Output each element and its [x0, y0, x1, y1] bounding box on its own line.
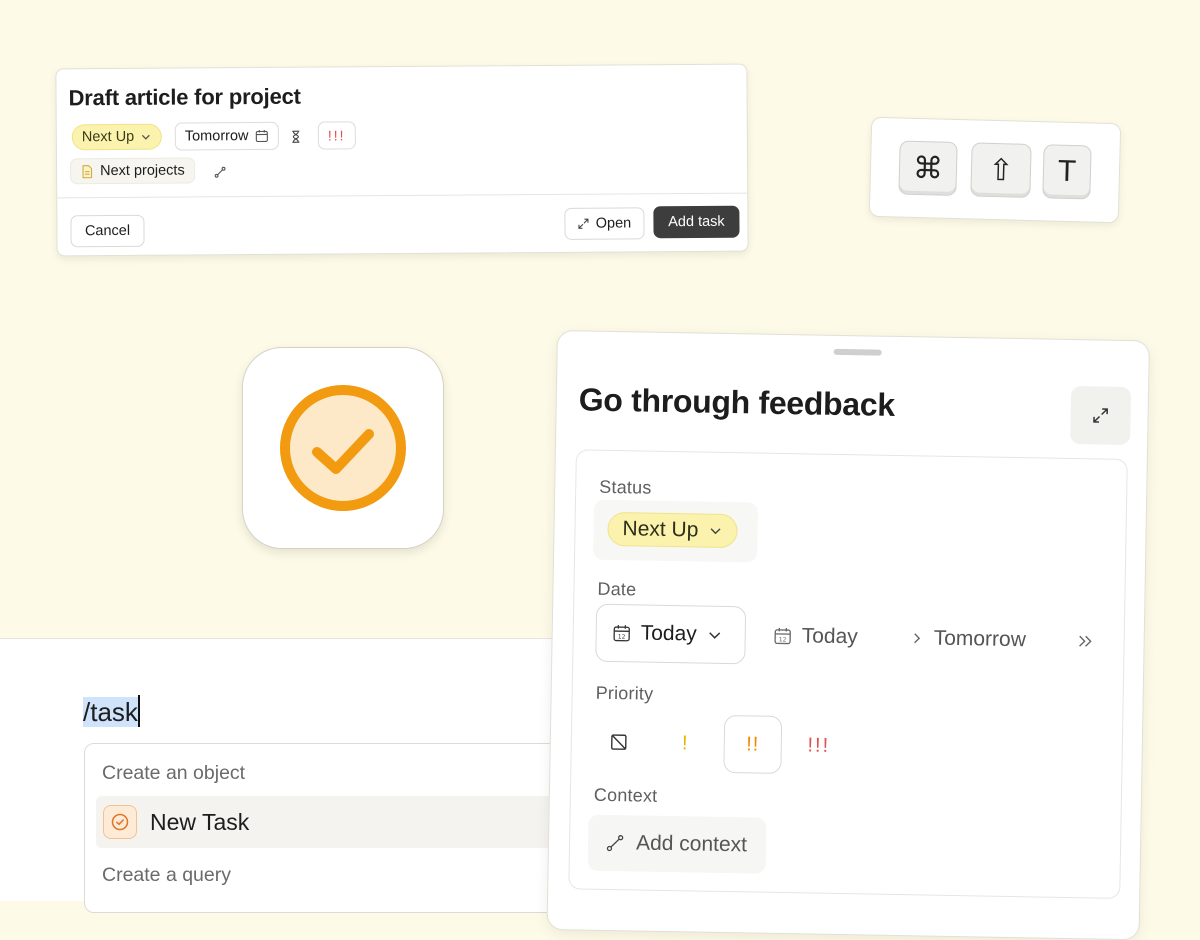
slash-command-input[interactable]: /task — [83, 695, 140, 728]
status-field: Next Up — [593, 500, 758, 563]
calendar-icon — [254, 129, 268, 143]
document-icon — [80, 164, 94, 179]
add-task-button[interactable]: Add task — [653, 206, 739, 239]
task-properties-panel: Status Next Up Date 12 Today 12 Today To… — [568, 449, 1128, 899]
composer-divider — [57, 193, 747, 199]
menu-section-create-object: Create an object — [102, 762, 245, 785]
context-link-button[interactable] — [209, 159, 231, 185]
priority-option-low[interactable]: ! — [655, 714, 714, 773]
slash-command-panel: /task Create an object New Task Create a… — [0, 638, 620, 901]
date-option-tomorrow-label: Tomorrow — [933, 627, 1026, 653]
more-dates-button[interactable] — [1075, 612, 1096, 670]
context-section-label: Context — [594, 785, 658, 807]
task-icon — [103, 805, 137, 839]
date-chip[interactable]: Tomorrow — [175, 122, 279, 151]
calendar-day-text: 12 — [779, 636, 787, 643]
project-chip[interactable]: Next projects — [70, 157, 195, 184]
expand-icon — [1090, 405, 1110, 425]
menu-section-create-query: Create a query — [102, 864, 231, 887]
priority-chip[interactable]: !!! — [318, 121, 356, 149]
date-option-today-label: Today — [801, 624, 857, 649]
task-title[interactable]: Draft article for project — [68, 84, 300, 112]
status-chip[interactable]: Next Up — [72, 124, 163, 151]
priority-option-medium[interactable]: !! — [723, 715, 782, 774]
date-chip-label: Tomorrow — [185, 128, 249, 144]
link-icon — [213, 165, 227, 179]
hourglass-icon — [289, 130, 303, 144]
chevron-down-icon — [707, 627, 723, 643]
app-icon — [242, 347, 444, 549]
text-caret — [138, 695, 140, 727]
priority-option-high[interactable]: !!! — [789, 716, 848, 775]
add-context-label: Add context — [636, 831, 747, 857]
chevron-down-icon — [140, 131, 152, 143]
shift-key: ⇧ — [970, 142, 1031, 198]
date-dropdown-label: Today — [641, 622, 697, 647]
sheet-grabber-handle[interactable] — [834, 349, 882, 356]
command-key: ⌘ — [898, 140, 957, 195]
task-composer-card: Draft article for project Next Up Tomorr… — [55, 64, 748, 257]
open-button-label: Open — [596, 215, 632, 231]
status-dropdown[interactable]: Next Up — [607, 512, 737, 548]
open-button[interactable]: Open — [564, 207, 644, 240]
t-key: T — [1042, 144, 1091, 199]
menu-item-new-task-label: New Task — [150, 809, 249, 836]
duration-chip[interactable] — [285, 124, 307, 150]
project-chip-label: Next projects — [100, 163, 185, 180]
calendar-icon: 12 — [613, 624, 631, 642]
status-dropdown-label: Next Up — [622, 517, 698, 542]
calendar-day-text: 12 — [618, 634, 626, 641]
slash-command-text: /task — [83, 697, 138, 727]
priority-option-none[interactable] — [589, 713, 648, 772]
status-chip-label: Next Up — [82, 129, 135, 145]
no-priority-icon — [610, 733, 628, 751]
task-detail-sheet: Go through feedback Status Next Up Date … — [547, 330, 1150, 940]
chevron-down-icon — [708, 524, 722, 538]
priority-section-label: Priority — [595, 683, 653, 705]
sheet-task-title[interactable]: Go through feedback — [578, 381, 895, 424]
double-chevron-right-icon — [1076, 633, 1096, 649]
calendar-icon: 12 — [774, 627, 792, 645]
expand-button[interactable] — [1070, 386, 1131, 445]
checkmark-circle-icon — [243, 348, 443, 548]
cancel-button[interactable]: Cancel — [70, 215, 144, 248]
date-option-today[interactable]: 12 Today — [773, 607, 858, 666]
status-section-label: Status — [599, 477, 652, 499]
chevron-right-icon — [910, 631, 924, 645]
add-context-button[interactable]: Add context — [588, 815, 767, 874]
expand-icon — [578, 218, 590, 230]
date-section-label: Date — [597, 579, 636, 601]
keyboard-shortcut-card: ⌘ ⇧ T — [869, 117, 1122, 224]
link-icon — [606, 834, 624, 852]
date-option-tomorrow[interactable]: Tomorrow — [909, 609, 1026, 669]
date-dropdown[interactable]: 12 Today — [595, 604, 746, 665]
